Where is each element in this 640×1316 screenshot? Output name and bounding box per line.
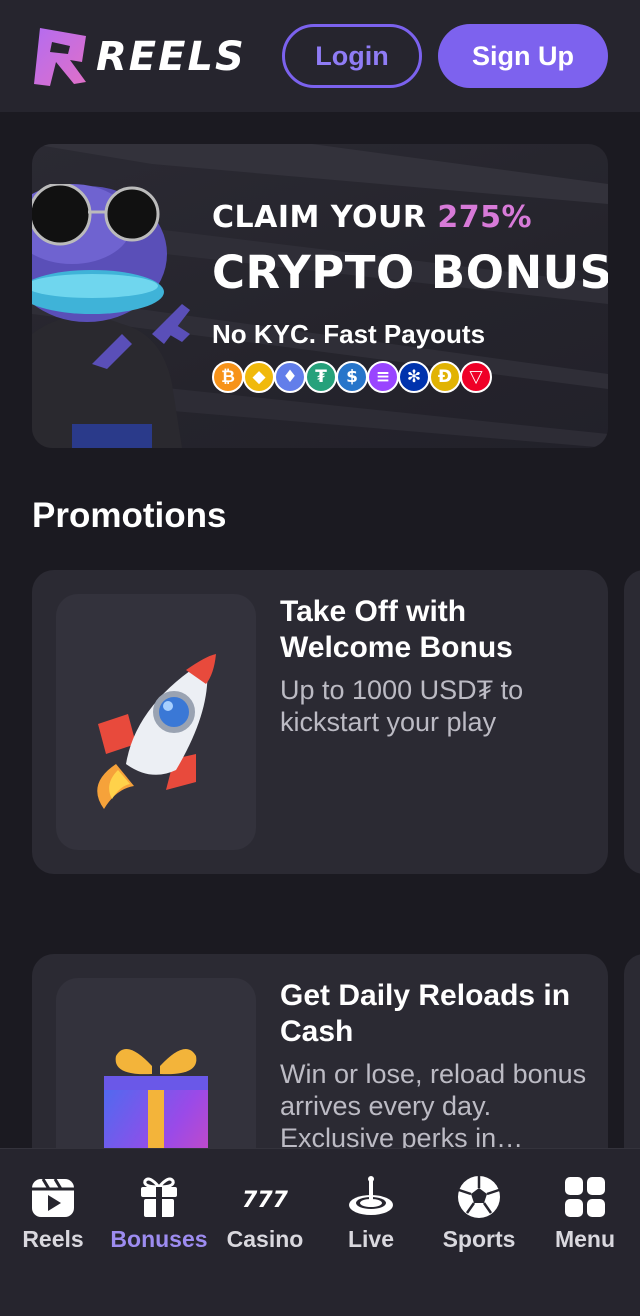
bitcoin-icon: ₿ (212, 361, 244, 393)
nav-label: Bonuses (110, 1226, 208, 1252)
banner-subline: No KYC. Fast Payouts (212, 319, 486, 349)
promo-image (56, 594, 256, 850)
login-button[interactable]: Login (282, 24, 422, 88)
usdc-icon: $ (336, 361, 368, 393)
top-header: REELS Login Sign Up (0, 0, 640, 112)
solana-icon: ≡ (367, 361, 399, 393)
gift-icon (141, 1177, 177, 1217)
promo-title: Get Daily Reloads in Cash (280, 979, 571, 1048)
promo-card-welcome-bonus[interactable]: Take Off with Welcome Bonus Up to 1000 U… (32, 570, 608, 874)
nav-label: Sports (442, 1226, 516, 1252)
banner-headline: CRYPTO BONUS (212, 246, 608, 299)
nav-label: Casino (226, 1226, 304, 1252)
promo-description: Up to 1000 USD₮ to kickstart your play (280, 675, 524, 737)
promo-title: Take Off with Welcome Bonus (280, 595, 513, 664)
tether-icon: ₮ (305, 361, 337, 393)
crypto-bonus-banner[interactable]: CLAIM YOUR 275% CRYPTO BONUS No KYC. Fas… (32, 144, 608, 448)
nav-item-bonuses[interactable]: Bonuses (106, 1173, 212, 1254)
signup-button[interactable]: Sign Up (438, 24, 608, 88)
soccer-ball-icon (458, 1176, 500, 1218)
promo-description: Win or lose, reload bonus arrives every … (280, 1059, 587, 1153)
svg-text:777: 777 (242, 1188, 289, 1213)
promo-card-next-peek[interactable] (624, 570, 640, 874)
dogecoin-icon: Ð (429, 361, 461, 393)
promotions-title: Promotions (32, 496, 227, 535)
nav-item-reels[interactable]: Reels (0, 1173, 106, 1254)
rocket-icon (97, 654, 216, 809)
cardano-icon: ✻ (398, 361, 430, 393)
nav-item-casino[interactable]: 777 Casino (212, 1173, 318, 1254)
ethereum-icon: ♦ (274, 361, 306, 393)
nav-item-menu[interactable]: Menu (532, 1173, 638, 1254)
banner-claim-percent: 275% (437, 200, 533, 235)
tron-icon: ▽ (460, 361, 492, 393)
roulette-icon (349, 1176, 393, 1215)
bottom-navigation: Reels Bonuses 777 Casino Live Sports Men… (0, 1148, 640, 1316)
slots-777-icon: 777 (242, 1188, 289, 1213)
nav-label: Menu (554, 1226, 616, 1252)
nav-label: Live (347, 1226, 395, 1252)
nav-item-sports[interactable]: Sports (426, 1173, 532, 1254)
frog-mascot-icon (32, 184, 190, 448)
banner-claim-text: CLAIM YOUR (212, 200, 427, 235)
reels-logo[interactable]: REELS (30, 22, 246, 90)
nav-label: Reels (22, 1226, 84, 1252)
bnb-icon: ◆ (243, 361, 275, 393)
reels-icon (32, 1178, 74, 1217)
nav-item-live[interactable]: Live (318, 1173, 424, 1254)
banner-claim-line: CLAIM YOUR 275% (212, 200, 532, 235)
crypto-coin-row: ₿ ◆ ♦ ₮ $ ≡ ✻ Ð ▽ (212, 361, 492, 393)
grid-menu-icon (565, 1177, 605, 1217)
logo-text: REELS (96, 34, 246, 80)
reels-logo-icon (34, 28, 86, 86)
